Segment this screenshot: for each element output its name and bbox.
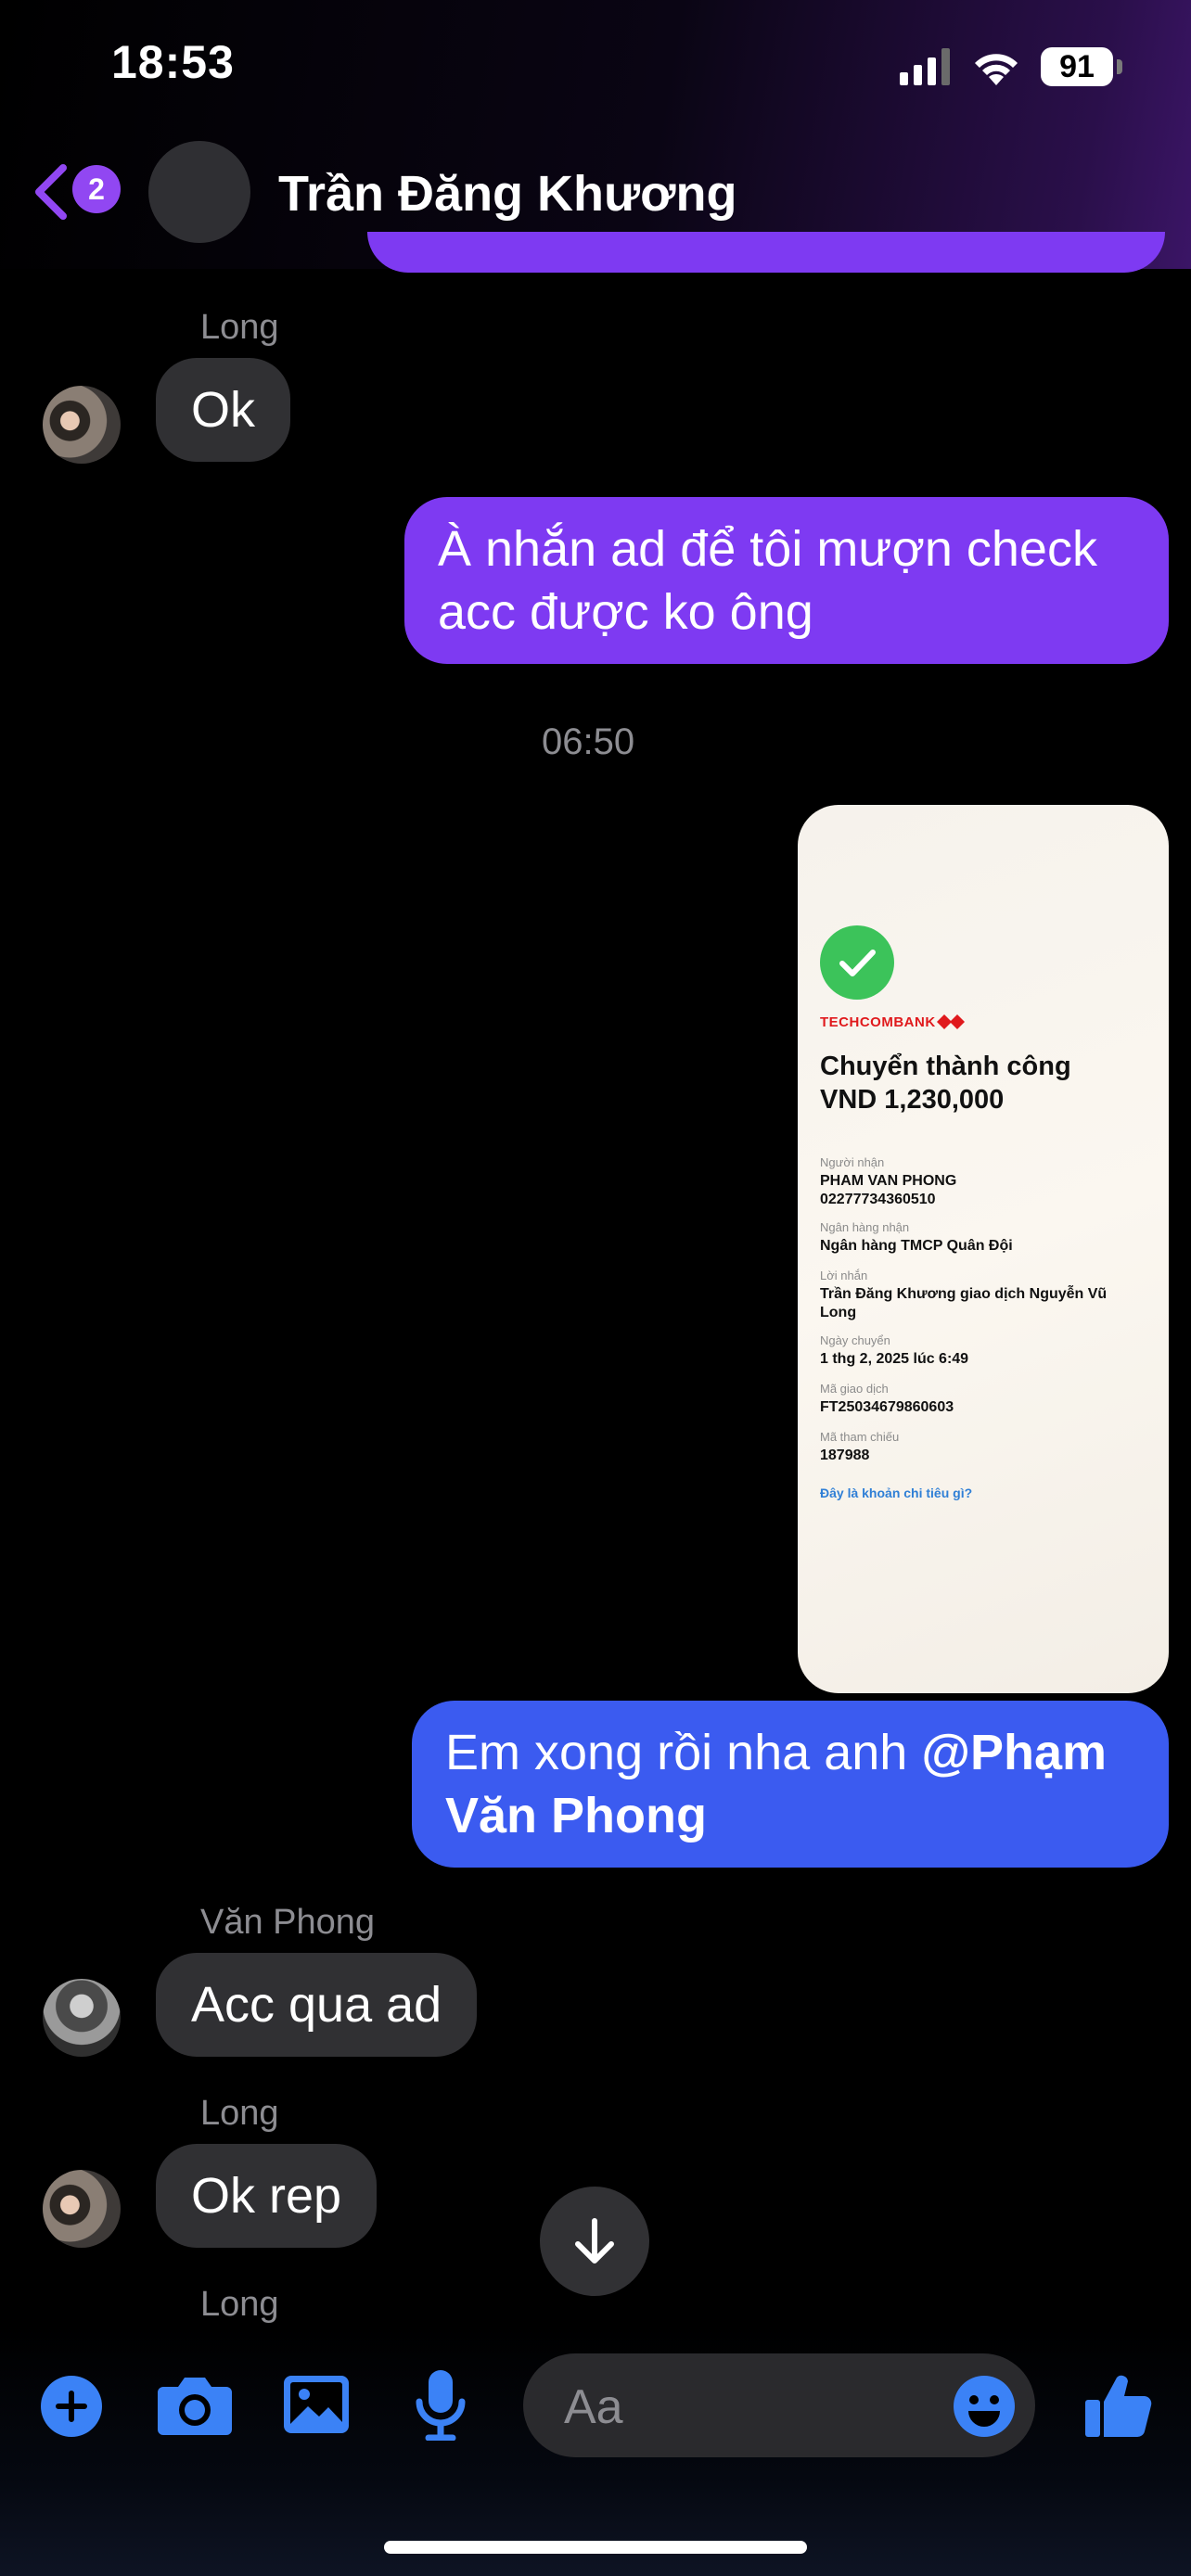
message-bubble[interactable]: À nhắn ad để tôi mượn check acc được ko … [404, 497, 1169, 664]
message-bubble[interactable]: Ok rep [156, 2144, 378, 2248]
receipt-field-label: Lời nhắn [820, 1269, 868, 1282]
signal-icon [900, 48, 950, 85]
avatar[interactable] [43, 386, 121, 464]
home-indicator [384, 2541, 807, 2554]
chevron-left-icon [35, 164, 67, 220]
message-bubble[interactable]: Ok [156, 358, 291, 462]
contact-name[interactable]: Trần Đăng Khương [278, 165, 737, 223]
receipt-field-label: Người nhận [820, 1155, 885, 1169]
sender-name: Văn Phong [200, 1903, 376, 1942]
scroll-to-bottom-button[interactable] [540, 2187, 649, 2296]
plus-button[interactable] [41, 2376, 102, 2437]
bank-logo-text: TECHCOMBANK [820, 1014, 936, 1030]
message-bubble[interactable]: Acc qua ad [156, 1953, 478, 2057]
receipt-field-label: Ngân hàng nhận [820, 1220, 910, 1234]
emoji-button[interactable] [954, 2376, 1015, 2442]
receipt-field-value: PHAM VAN PHONG 02277734360510 [820, 1173, 957, 1207]
timestamp: 06:50 [542, 721, 635, 762]
emoji-icon [954, 2376, 1015, 2437]
receipt-field-label: Mã giao dịch [820, 1382, 889, 1396]
sender-name: Long [200, 308, 279, 347]
gallery-button[interactable] [284, 2376, 349, 2438]
message-bubble[interactable]: Em xong rồi nha anh @Phạm Văn Phong [412, 1701, 1169, 1868]
avatar[interactable] [43, 2170, 121, 2248]
receipt-field-value: FT25034679860603 [820, 1399, 954, 1415]
previous-message-bubble [367, 232, 1165, 273]
contact-avatar[interactable] [148, 141, 250, 243]
receipt-link: Đây là khoản chi tiêu gì? [820, 1486, 973, 1500]
arrow-down-icon [575, 2218, 614, 2264]
sender-name: Long [200, 2285, 279, 2324]
bank-logo-icon [937, 1014, 965, 1029]
image-icon [284, 2376, 349, 2433]
success-check-icon [820, 925, 894, 1000]
plus-icon [56, 2391, 87, 2422]
avatar[interactable] [43, 1979, 121, 2057]
status-icons: 91 [900, 46, 1122, 87]
receipt-image[interactable]: TECHCOMBANK Chuyển thành công VND 1,230,… [798, 805, 1169, 1693]
battery-indicator: 91 [1041, 47, 1122, 86]
status-time: 18:53 [111, 36, 235, 88]
thumbs-up-icon [1085, 2375, 1152, 2438]
microphone-icon [416, 2370, 466, 2442]
wifi-icon [975, 54, 1018, 85]
unread-count-badge: 2 [72, 165, 121, 213]
microphone-button[interactable] [416, 2370, 466, 2445]
message-text: Em xong rồi nha anh [445, 1725, 922, 1780]
receipt-field-label: Ngày chuyển [820, 1333, 890, 1347]
camera-button[interactable] [158, 2374, 232, 2440]
receipt-field-value: 1 thg 2, 2025 lúc 6:49 [820, 1351, 969, 1367]
sender-name: Long [200, 2094, 279, 2133]
message-input-placeholder: Aa [564, 2380, 623, 2434]
receipt-amount: VND 1,230,000 [820, 1085, 1005, 1115]
receipt-title: Chuyển thành công [820, 1052, 1071, 1081]
like-button[interactable] [1085, 2370, 1152, 2443]
receipt-field-value: Ngân hàng TMCP Quân Đội [820, 1238, 1013, 1254]
receipt-field-value: Trần Đăng Khương giao dịch Nguyễn Vũ Lon… [820, 1286, 1108, 1320]
camera-icon [158, 2378, 232, 2435]
receipt-field-label: Mã tham chiếu [820, 1430, 900, 1444]
receipt-field-value: 187988 [820, 1447, 870, 1463]
